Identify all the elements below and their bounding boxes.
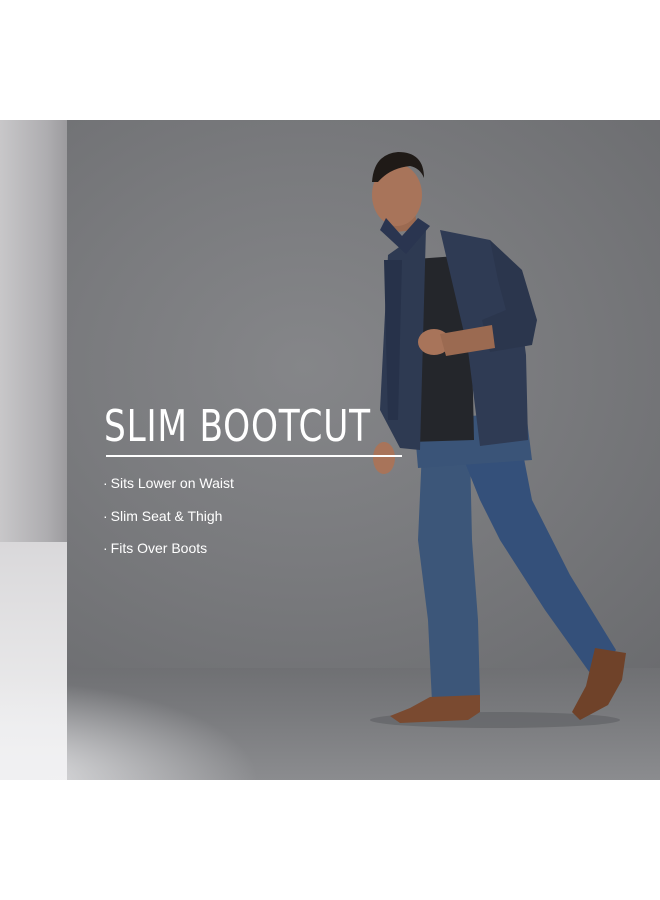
jeans-right-leg: [458, 438, 616, 680]
left-hand: [373, 442, 395, 474]
feature-item: · Fits Over Boots: [103, 540, 234, 573]
bullet-glyph: ·: [103, 475, 108, 491]
product-headline: SLIM BOOTCUT: [104, 401, 371, 452]
studio-side-wall: [0, 120, 67, 542]
floor-light-glow: [0, 680, 260, 780]
jeans-left-leg: [418, 450, 480, 702]
feature-text: Fits Over Boots: [110, 540, 208, 556]
model-figure: [370, 152, 626, 728]
bullet-glyph: ·: [103, 540, 108, 556]
feature-item: · Slim Seat & Thigh: [103, 508, 234, 541]
feature-list: · Sits Lower on Waist · Slim Seat & Thigh …: [103, 475, 234, 573]
bullet-glyph: ·: [103, 507, 108, 524]
feature-item: · Sits Lower on Waist: [103, 475, 234, 508]
feature-text: Sits Lower on Waist: [110, 475, 234, 491]
left-boot: [390, 695, 480, 723]
headline-underline: [106, 455, 402, 457]
feature-text: Slim Seat & Thigh: [110, 507, 223, 524]
product-photo: SLIM BOOTCUT · Sits Lower on Waist · Slim …: [0, 120, 660, 780]
